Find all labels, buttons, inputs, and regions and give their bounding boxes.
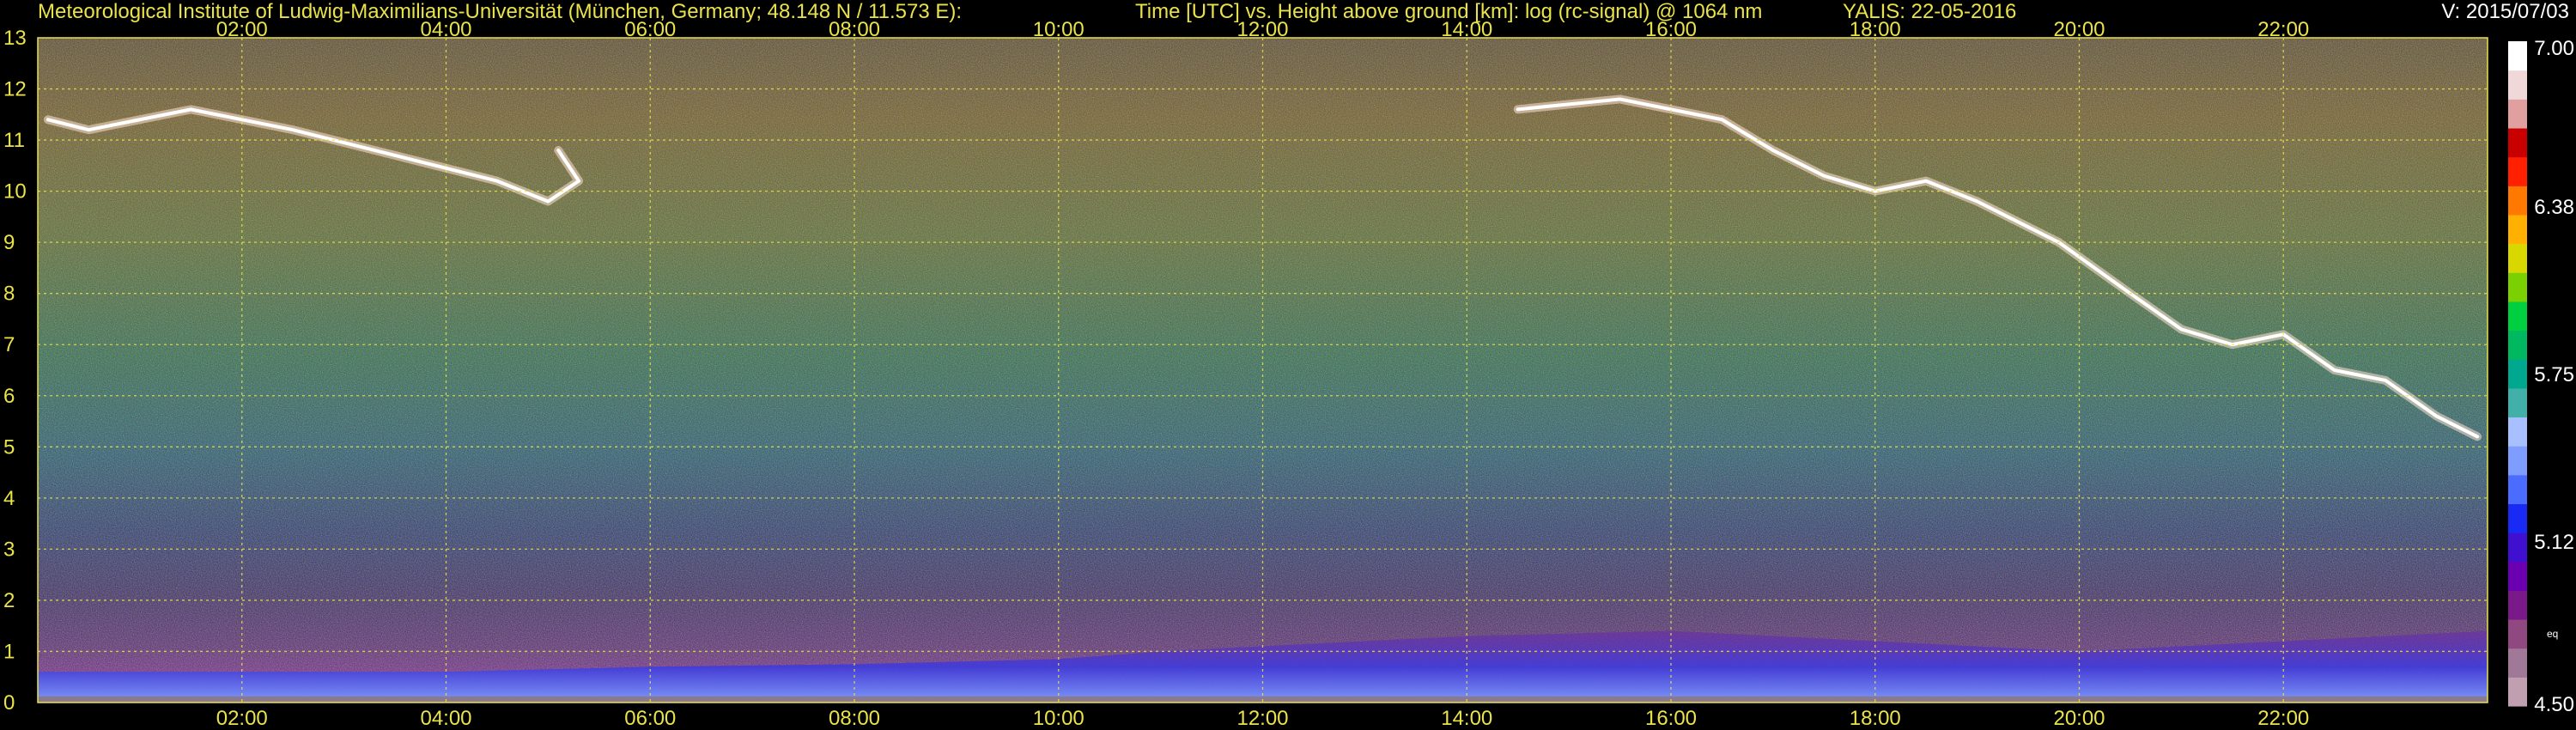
x-tick-label-bottom: 10:00 [1033, 707, 1084, 730]
colorbar-segment [2508, 301, 2527, 332]
x-tick-label-top: 02:00 [216, 18, 268, 41]
colorbar-segment [2508, 99, 2527, 129]
colorbar-segment [2508, 503, 2527, 533]
colorbar: 7.00 6.38 5.75 5.12 4.50 eq [2508, 37, 2574, 716]
x-tick-label-bottom: 12:00 [1236, 707, 1288, 730]
colorbar-segment [2508, 446, 2527, 476]
y-tick-label: 12 [3, 78, 27, 101]
x-tick-label-top: 14:00 [1441, 18, 1492, 41]
colorbar-segment [2508, 417, 2527, 447]
colorbar-segment [2508, 127, 2527, 158]
x-tick-label-bottom: 22:00 [2257, 707, 2309, 730]
colorbar-tick-label: 7.00 [2534, 37, 2574, 60]
colorbar-segment [2508, 330, 2527, 360]
lidar-chart: 012345678910111213 02:0002:0004:0004:0006… [3, 18, 2574, 730]
y-tick-label: 5 [3, 435, 15, 459]
colorbar-segment [2508, 272, 2527, 302]
colorbar-segment [2508, 156, 2527, 186]
x-tick-label-bottom: 06:00 [624, 707, 676, 730]
x-tick-label-bottom: 16:00 [1645, 707, 1697, 730]
x-tick-label-bottom: 08:00 [829, 707, 880, 730]
y-tick-label: 8 [3, 283, 15, 306]
y-tick-label: 13 [3, 27, 27, 50]
colorbar-segment [2508, 619, 2527, 649]
x-tick-label-top: 22:00 [2257, 18, 2309, 41]
x-tick-label-top: 10:00 [1033, 18, 1084, 41]
colorbar-segment [2508, 70, 2527, 100]
y-tick-label: 2 [3, 589, 15, 612]
y-tick-label: 10 [3, 180, 27, 204]
x-tick-label-bottom: 20:00 [2053, 707, 2105, 730]
colorbar-tick-label: 5.12 [2534, 531, 2574, 554]
colorbar-unit-label: eq [2547, 628, 2558, 640]
y-tick-label: 11 [3, 129, 25, 152]
x-tick-label-top: 20:00 [2053, 18, 2105, 41]
colorbar-segment [2508, 387, 2527, 418]
colorbar-tick-label: 5.75 [2534, 363, 2574, 386]
x-tick-label-top: 06:00 [624, 18, 676, 41]
y-tick-label: 1 [3, 640, 15, 663]
colorbar-segment [2508, 590, 2527, 620]
colorbar-segment [2508, 677, 2527, 707]
y-tick-label: 9 [3, 231, 15, 254]
x-tick-label-bottom: 18:00 [1850, 707, 1901, 730]
colorbar-segment [2508, 474, 2527, 505]
colorbar-segment [2508, 186, 2527, 216]
colorbar-segment [2508, 359, 2527, 389]
colorbar-segment [2508, 243, 2527, 273]
x-tick-label-top: 12:00 [1236, 18, 1288, 41]
colorbar-segment [2508, 214, 2527, 245]
y-tick-label: 6 [3, 385, 15, 408]
y-tick-label: 4 [3, 487, 15, 510]
x-tick-label-bottom: 02:00 [216, 707, 268, 730]
colorbar-tick-label: 6.38 [2534, 196, 2574, 219]
colorbar-segment [2508, 648, 2527, 678]
colorbar-segment [2508, 41, 2527, 71]
colorbar-tick-label: 4.50 [2534, 693, 2574, 716]
y-tick-label: 7 [3, 333, 15, 356]
x-tick-label-bottom: 04:00 [420, 707, 471, 730]
x-tick-label-top: 16:00 [1645, 18, 1697, 41]
y-tick-label: 0 [3, 691, 15, 715]
colorbar-segment [2508, 561, 2527, 591]
y-tick-label: 3 [3, 538, 15, 561]
x-tick-label-top: 08:00 [829, 18, 880, 41]
x-tick-label-top: 04:00 [420, 18, 471, 41]
plot-area: 012345678910111213 02:0002:0004:0004:0006… [3, 18, 2488, 730]
colorbar-segment [2508, 532, 2527, 563]
x-tick-label-top: 18:00 [1850, 18, 1901, 41]
x-tick-label-bottom: 14:00 [1441, 707, 1492, 730]
